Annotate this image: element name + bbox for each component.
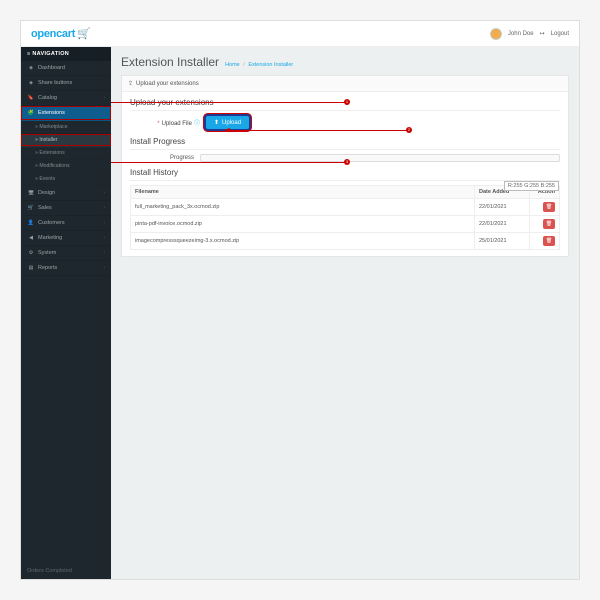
page-title-row: Extension Installer Home / Extension Ins… — [121, 55, 569, 69]
chevron-right-icon: › — [103, 205, 105, 211]
sidebar-sub-marketplace[interactable]: » Marketplace — [21, 121, 111, 134]
sidebar-item-dashboard[interactable]: ◈Dashboard — [21, 61, 111, 76]
upload-button[interactable]: ⬆ Upload — [206, 116, 249, 129]
chevron-right-icon: › — [103, 265, 105, 271]
logout-link[interactable]: Logout — [551, 31, 569, 37]
crumb-home[interactable]: Home — [225, 62, 240, 68]
section-upload-title: Upload your extensions — [130, 98, 560, 111]
sidebar-item-system[interactable]: ⚙System › — [21, 246, 111, 261]
table-row: pinta-pdf-invoice.ocmod.zip 22/01/2021 🗑 — [131, 216, 560, 233]
sidebar-item-marketing[interactable]: ◀Marketing › — [21, 231, 111, 246]
chevron-right-icon: › — [103, 190, 105, 196]
progress-bar — [200, 154, 560, 162]
panel-upload: ⇪ Upload your extensions Upload your ext… — [121, 75, 569, 257]
sidebar-item-extensions[interactable]: 🧩Extensions › — [21, 106, 111, 121]
chevron-right-icon: › — [103, 110, 105, 116]
upload-label: *Upload Fileⓘ — [130, 118, 200, 127]
crumb-sep: / — [243, 62, 245, 68]
table-row: full_marketing_pack_3x.ocmod.zip 22/01/2… — [131, 199, 560, 216]
top-header: opencart 🛒 John Doe ↦ Logout — [21, 21, 579, 47]
sidebar-sub-events[interactable]: » Events — [21, 173, 111, 186]
share-icon: ◈ — [27, 80, 35, 86]
history-table: Filename Date Added Action full_marketin… — [130, 185, 560, 250]
help-icon[interactable]: ⓘ — [194, 121, 200, 127]
breadcrumb: Home / Extension Installer — [225, 62, 293, 68]
logout-icon: ↦ — [540, 30, 545, 37]
bar-chart-icon: ▤ — [27, 265, 35, 271]
user-icon: 👤 — [27, 220, 35, 226]
section-progress-title: Install Progress — [130, 137, 560, 150]
chevron-right-icon: › — [103, 235, 105, 241]
progress-row: Progress — [130, 154, 560, 162]
sidebar-item-design[interactable]: 🖥Design › — [21, 186, 111, 201]
delete-button[interactable]: 🗑 — [543, 219, 555, 229]
chevron-right-icon: › — [103, 220, 105, 226]
crumb-page[interactable]: Extension Installer — [248, 62, 293, 68]
table-header-row: Filename Date Added Action — [131, 186, 560, 199]
chevron-right-icon: › — [103, 95, 105, 101]
puzzle-icon: 🧩 — [27, 110, 35, 116]
table-row: imagecompresssqueezeimg-3.x.ocmod.zip 25… — [131, 233, 560, 250]
avatar[interactable] — [490, 28, 502, 40]
page-title: Extension Installer — [121, 55, 219, 69]
sidebar-sub-extensions[interactable]: » Extensions — [21, 147, 111, 160]
section-history-title: Install History — [130, 168, 560, 181]
progress-label: Progress — [130, 155, 200, 161]
rgb-readout: R:255 G:255 B:255 — [504, 181, 559, 191]
cart-icon: 🛒 — [77, 27, 90, 40]
sidebar-sub-installer[interactable]: » Installer — [21, 134, 111, 147]
dashboard-icon: ◈ — [27, 65, 35, 71]
chevron-right-icon: › — [103, 250, 105, 256]
upload-icon: ⇪ — [128, 80, 133, 87]
upload-icon: ⬆ — [214, 119, 219, 126]
gear-icon: ⚙ — [27, 250, 35, 256]
sidebar-item-catalog[interactable]: 🔖Catalog › — [21, 91, 111, 106]
sidebar-item-share-buttons[interactable]: ◈Share buttons — [21, 76, 111, 91]
panel-header: ⇪ Upload your extensions — [122, 76, 568, 92]
upload-form-row: *Upload Fileⓘ ⬆ Upload — [130, 116, 560, 129]
delete-button[interactable]: 🗑 — [543, 236, 555, 246]
nav-title: ≡ NAVIGATION — [21, 47, 111, 61]
cart-icon: 🛒 — [27, 205, 35, 211]
brand-logo[interactable]: opencart 🛒 — [31, 27, 90, 40]
sidebar-footer: Orders Completed — [21, 564, 111, 579]
body: ≡ NAVIGATION ◈Dashboard ◈Share buttons 🔖… — [21, 47, 579, 579]
sidebar-sub-modifications[interactable]: » Modifications — [21, 160, 111, 173]
tag-icon: 🔖 — [27, 95, 35, 101]
user-box: John Doe ↦ Logout — [490, 28, 569, 40]
delete-button[interactable]: 🗑 — [543, 202, 555, 212]
desktop-icon: 🖥 — [27, 190, 35, 196]
sidebar-item-sales[interactable]: 🛒Sales › — [21, 201, 111, 216]
share-alt-icon: ◀ — [27, 235, 35, 241]
user-name[interactable]: John Doe — [508, 31, 534, 37]
sidebar-item-customers[interactable]: 👤Customers › — [21, 216, 111, 231]
sidebar: ≡ NAVIGATION ◈Dashboard ◈Share buttons 🔖… — [21, 47, 111, 579]
brand-text: opencart — [31, 28, 75, 40]
col-filename: Filename — [131, 186, 475, 199]
main-content: Extension Installer Home / Extension Ins… — [111, 47, 579, 579]
app-window: opencart 🛒 John Doe ↦ Logout ≡ NAVIGATIO… — [20, 20, 580, 580]
sidebar-item-reports[interactable]: ▤Reports › — [21, 261, 111, 276]
